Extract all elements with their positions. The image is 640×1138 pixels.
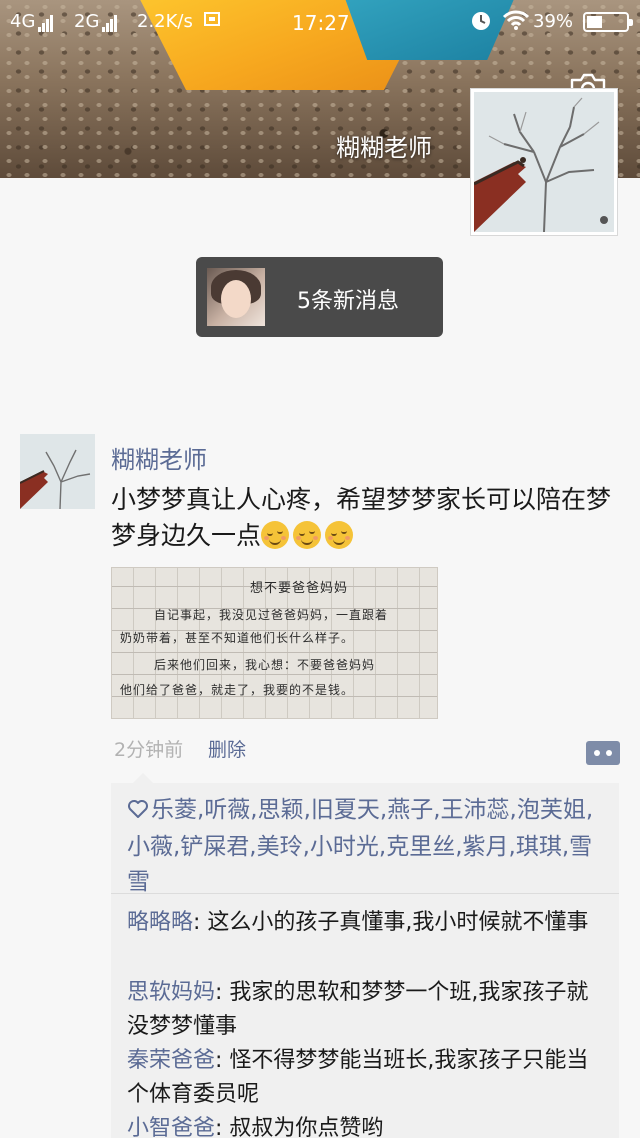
commenter-name[interactable]: 略略略 — [127, 910, 193, 935]
relieved-face-icon — [293, 521, 322, 549]
handwriting-line: 奶奶带着，甚至不知道他们长什么样子。 — [120, 631, 355, 645]
alarm-icon — [470, 10, 492, 37]
battery-percent: 39% — [533, 11, 574, 32]
net-speed: 2.2K/s — [137, 11, 193, 32]
post-body: 小梦梦真让人心疼，希望梦梦家长可以陪在梦梦身边久一点 — [111, 485, 612, 550]
comment-text: : 这么小的孩子真懂事,我小时候就不懂事 — [193, 910, 589, 935]
relieved-face-icon — [261, 521, 290, 549]
dot — [606, 750, 612, 756]
network-1: 4G — [10, 11, 54, 32]
profile-avatar[interactable] — [470, 88, 618, 236]
comment-item[interactable]: 略略略: 这么小的孩子真懂事,我小时候就不懂事 — [127, 906, 607, 940]
post-author-name[interactable]: 糊糊老师 — [111, 440, 207, 475]
likes-list: 乐菱,听薇,思颖,旧夏天,燕子,王沛蕊,泡芙姐,小薇,铲屎君,美玲,小时光,克里… — [127, 793, 607, 900]
comment-item[interactable]: 秦荣爸爸: 怪不得梦梦能当班长,我家孩子只能当个体育委员呢 — [127, 1044, 607, 1112]
post-image[interactable]: 想不要爸爸妈妈 自记事起，我没见过爸爸妈妈，一直跟着 奶奶带着，甚至不知道他们长… — [111, 567, 438, 719]
avatar-image — [474, 92, 614, 232]
handwriting-title: 想不要爸爸妈妈 — [250, 581, 349, 596]
signal-icon — [38, 11, 54, 32]
wifi-icon — [502, 9, 530, 36]
notice-avatar — [207, 268, 265, 326]
post-text: 小梦梦真让人心疼，希望梦梦家长可以陪在梦梦身边久一点 — [111, 482, 623, 554]
handwriting-line: 后来他们回来，我心想：不要爸爸妈妈 — [154, 658, 376, 672]
new-messages-label: 5条新消息 — [297, 289, 399, 314]
delete-button[interactable]: 删除 — [208, 735, 246, 762]
divider — [111, 893, 619, 894]
dot — [594, 750, 600, 756]
commenter-name[interactable]: 小智爸爸 — [127, 1116, 215, 1138]
battery-icon — [583, 12, 633, 32]
relieved-face-icon — [325, 521, 354, 549]
commenter-name[interactable]: 思软妈妈 — [127, 980, 215, 1005]
comment-item[interactable]: 思软妈妈: 我家的思软和梦梦一个班,我家孩子就没梦梦懂事 — [127, 976, 607, 1044]
post-timestamp: 2分钟前 — [114, 739, 184, 761]
liker-names[interactable]: 乐菱,听薇,思颖,旧夏天,燕子,王沛蕊,泡芙姐,小薇,铲屎君,美玲,小时光,克里… — [127, 797, 593, 895]
status-bar: 4G 2G 2.2K/s 17:27 39% — [0, 0, 640, 44]
signal-icon — [102, 11, 118, 32]
battery-fill — [587, 16, 602, 28]
heart-icon — [127, 795, 149, 830]
comment-menu-icon[interactable] — [586, 741, 620, 765]
sync-icon — [204, 11, 220, 32]
comment-text: : 叔叔为你点赞哟 — [215, 1116, 384, 1138]
clock: 17:27 — [292, 11, 350, 35]
avatar-face — [221, 280, 251, 318]
handwriting-line: 自记事起，我没见过爸爸妈妈，一直跟着 — [154, 608, 389, 622]
post-author-avatar[interactable] — [20, 434, 95, 509]
network-2: 2G — [74, 11, 118, 32]
comment-item[interactable]: 小智爸爸: 叔叔为你点赞哟 — [127, 1112, 607, 1138]
handwriting-line: 他们给了爸爸，就走了，我要的不是钱。 — [120, 683, 355, 697]
cover-username: 糊糊老师 — [336, 134, 432, 162]
commenter-name[interactable]: 秦荣爸爸 — [127, 1048, 215, 1073]
new-messages-notice[interactable]: 5条新消息 — [196, 257, 443, 337]
